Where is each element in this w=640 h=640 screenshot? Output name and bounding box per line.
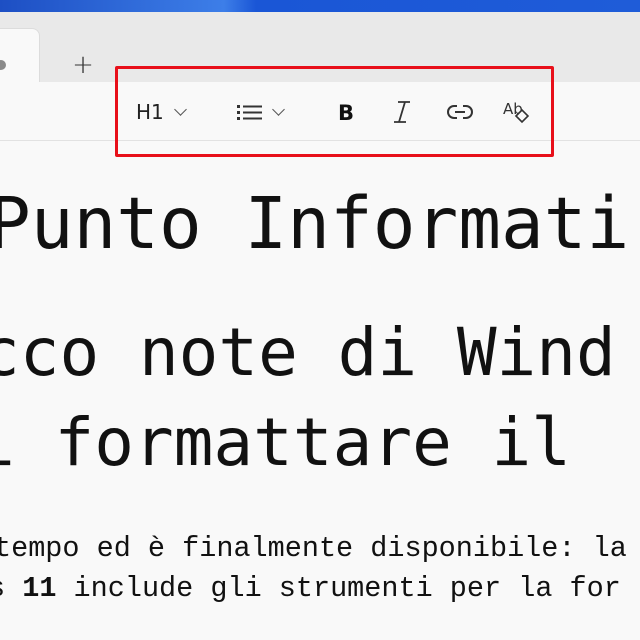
window-title-bar — [0, 0, 640, 12]
heading-1: Punto Informati — [0, 182, 630, 265]
heading-2-line-1: cco note di Wind — [0, 314, 616, 391]
paragraph-line-1: tempo ed è finalmente disponibile: la — [0, 532, 627, 565]
editor-area[interactable]: Punto Informati cco note di Wind i forma… — [0, 142, 640, 640]
paragraph-text: include gli strumenti per la for — [56, 572, 621, 605]
paragraph-line-2: s 11 include gli strumenti per la for — [0, 572, 621, 605]
paragraph-text: s — [0, 572, 22, 605]
new-tab-button[interactable]: + — [70, 52, 96, 78]
heading-2-line-2: i formattare il — [0, 404, 572, 481]
bold-text: 11 — [22, 572, 57, 605]
